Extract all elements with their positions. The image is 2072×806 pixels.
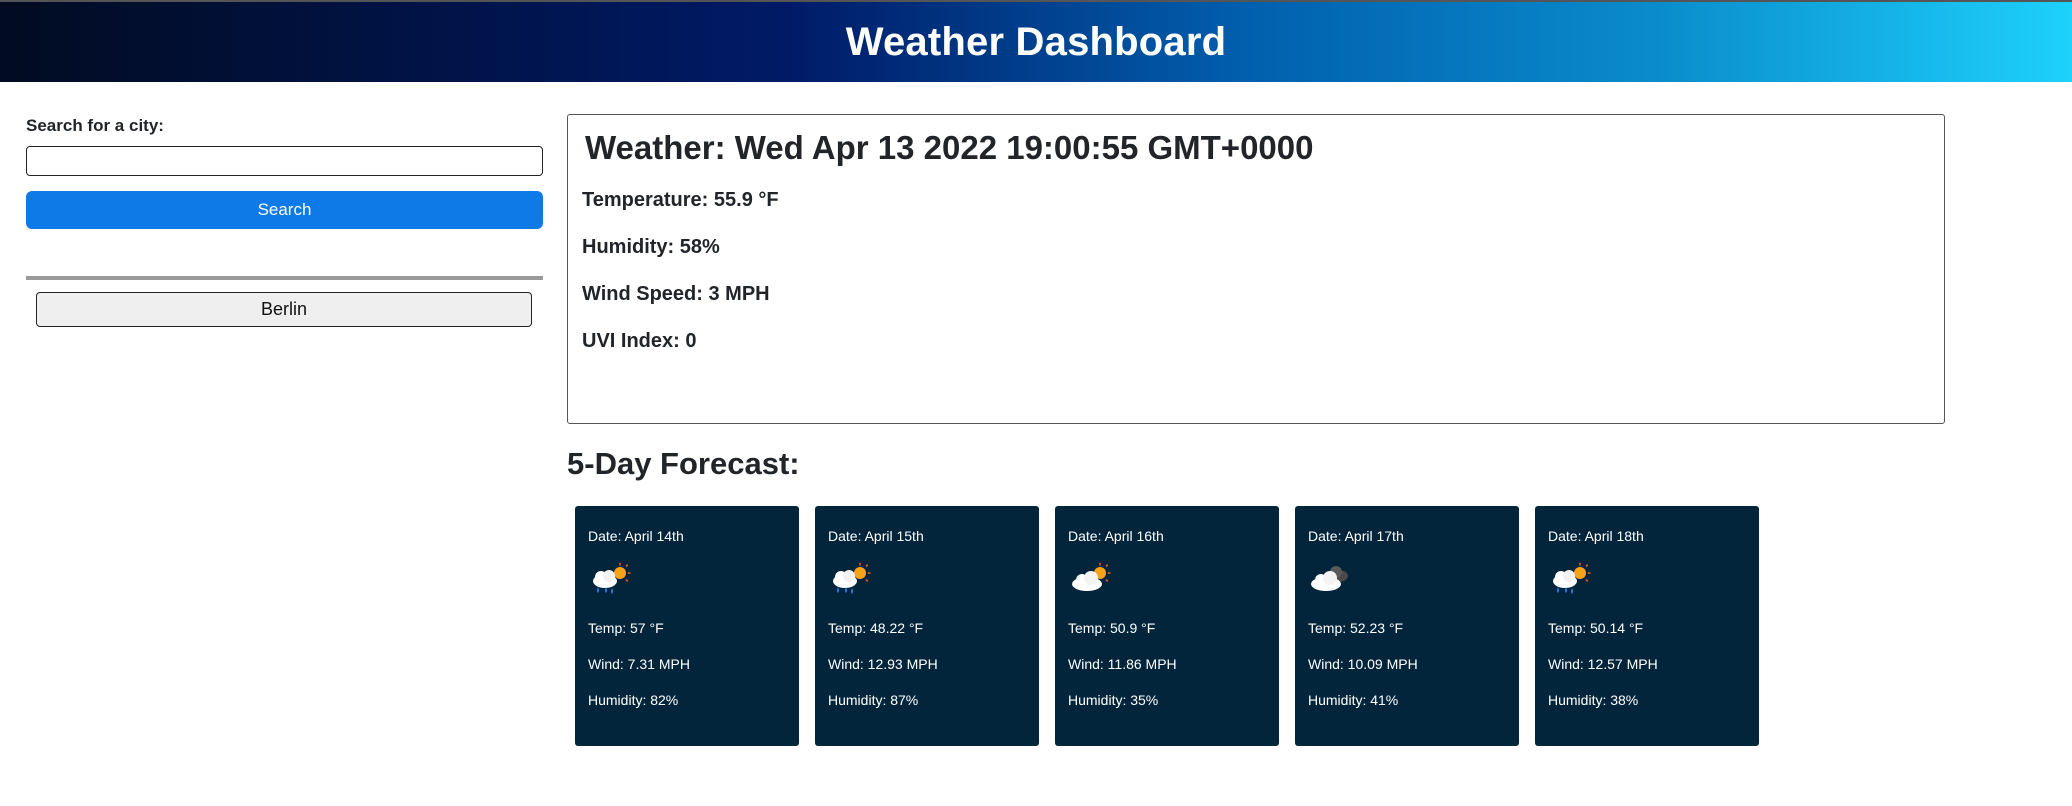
page-header: Weather Dashboard [0, 0, 2072, 82]
cloud-sun-icon [1068, 562, 1266, 596]
forecast-humidity: Humidity: 87% [828, 692, 919, 708]
forecast-card: Date: April 15th Temp: 48.22 °F Wind: 12… [815, 506, 1039, 746]
forecast-temp: Temp: 52.23 °F [1308, 620, 1404, 636]
forecast-date: Date: April 14th [588, 528, 684, 544]
forecast-wind: Wind: 12.57 MPH [1548, 656, 1658, 672]
current-weather-title: Weather: Wed Apr 13 2022 19:00:55 GMT+00… [585, 129, 1314, 166]
forecast-temp: Temp: 50.14 °F [1548, 620, 1644, 636]
forecast-humidity: Humidity: 41% [1308, 692, 1399, 708]
forecast-humidity: Humidity: 38% [1548, 692, 1639, 708]
forecast-card: Date: April 18th Temp: 50.14 °F Wind: 12… [1535, 506, 1759, 746]
forecast-cards: Date: April 14th Temp: 57 °F Wind: 7.31 … [575, 506, 1759, 746]
search-button[interactable]: Search [26, 191, 543, 229]
forecast-date: Date: April 16th [1068, 528, 1164, 544]
forecast-temp: Temp: 48.22 °F [828, 620, 924, 636]
forecast-wind: Wind: 10.09 MPH [1308, 656, 1418, 672]
rain-sun-icon [828, 562, 1026, 596]
page-title: Weather Dashboard [845, 19, 1227, 64]
history-button-berlin[interactable]: Berlin [36, 292, 532, 327]
forecast-temp: Temp: 57 °F [588, 620, 664, 636]
forecast-date: Date: April 17th [1308, 528, 1404, 544]
rain-sun-icon [588, 562, 786, 596]
forecast-humidity: Humidity: 35% [1068, 692, 1159, 708]
forecast-card: Date: April 16th Temp: 50.9 °F Wind: 11.… [1055, 506, 1279, 746]
current-humidity: Humidity: 58% [582, 236, 720, 258]
forecast-card: Date: April 14th Temp: 57 °F Wind: 7.31 … [575, 506, 799, 746]
forecast-wind: Wind: 12.93 MPH [828, 656, 938, 672]
broken-clouds-icon [1308, 562, 1506, 596]
search-sidebar: Search for a city: Search Berlin [26, 116, 543, 327]
rain-sun-icon [1548, 562, 1746, 596]
forecast-temp: Temp: 50.9 °F [1068, 620, 1156, 636]
forecast-date: Date: April 15th [828, 528, 924, 544]
forecast-wind: Wind: 7.31 MPH [588, 656, 690, 672]
current-weather-panel: Weather: Wed Apr 13 2022 19:00:55 GMT+00… [567, 114, 1945, 424]
sidebar-divider [26, 276, 543, 280]
forecast-wind: Wind: 11.86 MPH [1068, 656, 1177, 672]
forecast-humidity: Humidity: 82% [588, 692, 679, 708]
current-wind-speed: Wind Speed: 3 MPH [582, 283, 770, 305]
current-temperature: Temperature: 55.9 °F [582, 189, 779, 211]
forecast-card: Date: April 17th Temp: 52.23 °F Wind: 10… [1295, 506, 1519, 746]
city-search-input[interactable] [26, 146, 543, 176]
forecast-date: Date: April 18th [1548, 528, 1644, 544]
current-uvi-index: UVI Index: 0 [582, 330, 697, 352]
search-label: Search for a city: [26, 116, 164, 135]
forecast-title: 5-Day Forecast: [567, 446, 800, 481]
